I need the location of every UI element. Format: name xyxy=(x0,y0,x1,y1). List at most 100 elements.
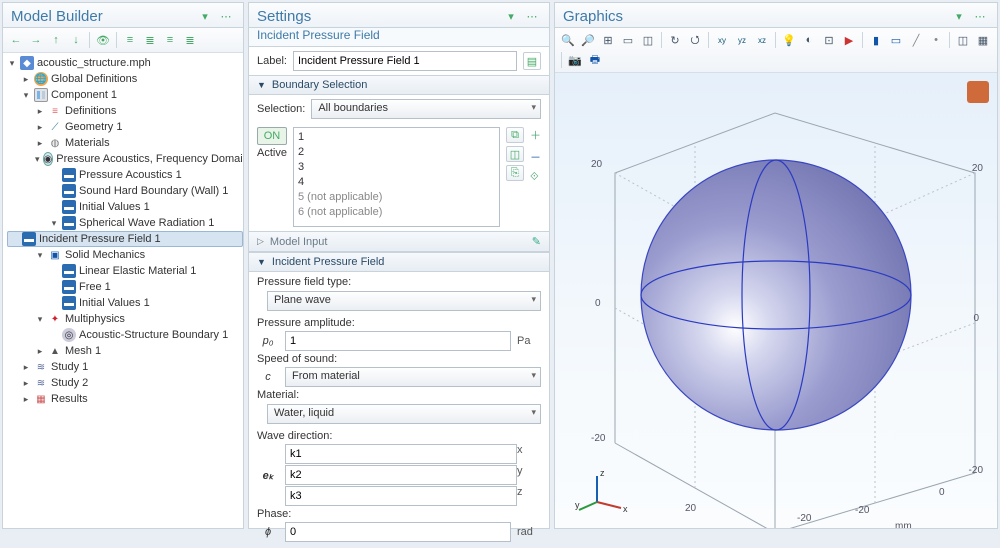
active-toggle[interactable]: ON xyxy=(257,127,287,145)
zoom-out-icon[interactable]: 🔎 xyxy=(579,31,597,49)
sel-edge-icon[interactable]: ╱ xyxy=(907,31,925,49)
svg-text:x: x xyxy=(623,504,628,514)
tree-phys-b1[interactable]: ▬Linear Elastic Material 1 xyxy=(7,263,243,279)
edit-icon: ✎ xyxy=(532,235,541,248)
tree-multiphysics[interactable]: ▾✦Multiphysics xyxy=(7,311,243,327)
section-incident-pressure-field[interactable]: ▼Incident Pressure Field xyxy=(249,252,549,272)
tree-definitions[interactable]: ▸≡Definitions xyxy=(7,103,243,119)
add-to-selection-icon[interactable]: ＋ xyxy=(530,127,541,143)
pressure-field-type-select[interactable]: Plane wave xyxy=(267,291,541,311)
pressure-amplitude-input[interactable] xyxy=(285,331,511,351)
graphics-opts-icon[interactable]: ⋯ xyxy=(971,7,989,25)
wireframe-icon[interactable]: ⊡ xyxy=(820,31,838,49)
play-icon[interactable]: ▶ xyxy=(840,31,858,49)
boundary-item-na: 5 (not applicable) xyxy=(298,190,495,205)
list-btn-c-icon[interactable]: ⎘ xyxy=(506,165,524,181)
nav-back-icon[interactable]: ← xyxy=(7,31,25,49)
view-yz-icon[interactable]: yz xyxy=(733,31,751,49)
show-icon[interactable]: 👁 xyxy=(94,31,112,49)
tree-btn-c-icon[interactable]: ≡ xyxy=(161,31,179,49)
model-toolbar: ← → ↑ ↓ 👁 ≡ ≣ ≡ ≣ xyxy=(3,28,243,53)
list-btn-a-icon[interactable]: ⧉ xyxy=(506,127,524,143)
settings-minimize-icon[interactable]: ▾ xyxy=(502,7,520,25)
boundary-item: 3 xyxy=(298,160,495,175)
view-xy-icon[interactable]: xy xyxy=(713,31,731,49)
list-btn-b-icon[interactable]: ◫ xyxy=(506,146,524,162)
k3-input[interactable] xyxy=(285,486,517,506)
tree-phys-a4[interactable]: ▾▬Spherical Wave Radiation 1 xyxy=(7,215,243,231)
tree-multi-1[interactable]: ◎Acoustic-Structure Boundary 1 xyxy=(7,327,243,343)
view-xz-icon[interactable]: xz xyxy=(753,31,771,49)
nav-fwd-icon[interactable]: → xyxy=(27,31,45,49)
zoom-in-icon[interactable]: 🔍 xyxy=(559,31,577,49)
nav-down-icon[interactable]: ↓ xyxy=(67,31,85,49)
remove-from-selection-icon[interactable]: － xyxy=(530,149,541,165)
tick-z2: 20 xyxy=(972,163,983,174)
zoom-sel-icon[interactable]: ◫ xyxy=(639,31,657,49)
tree-phys-a3[interactable]: ▬Initial Values 1 xyxy=(7,199,243,215)
wave-direction-label: Wave direction: xyxy=(257,430,541,442)
boundary-item: 1 xyxy=(298,130,495,145)
speed-of-sound-select[interactable]: From material xyxy=(285,367,541,387)
tree-study1[interactable]: ▸≋Study 1 xyxy=(7,359,243,375)
tree-btn-a-icon[interactable]: ≡ xyxy=(121,31,139,49)
nav-up-icon[interactable]: ↑ xyxy=(47,31,65,49)
tree-btn-b-icon[interactable]: ≣ xyxy=(141,31,159,49)
tree-phys-a[interactable]: ▾◉Pressure Acoustics, Frequency Domain xyxy=(7,151,243,167)
camera-icon[interactable]: 📷 xyxy=(566,51,584,69)
panel-minimize-icon[interactable]: ▾ xyxy=(196,7,214,25)
tick-z: 20 xyxy=(591,159,602,170)
tree-phys-b[interactable]: ▾▣Solid Mechanics xyxy=(7,247,243,263)
zoom-extents-icon[interactable]: ⊞ xyxy=(599,31,617,49)
rotate-icon[interactable]: ↻ xyxy=(666,31,684,49)
boundary-list[interactable]: 1 2 3 4 5 (not applicable) 6 (not applic… xyxy=(293,127,500,227)
graphics-minimize-icon[interactable]: ▾ xyxy=(950,7,968,25)
model-builder-panel: Model Builder ▾⋯ ← → ↑ ↓ 👁 ≡ ≣ ≡ ≣ ▾◆aco… xyxy=(2,2,244,529)
mesh-view-icon[interactable]: ▦ xyxy=(974,31,992,49)
tree-component[interactable]: ▾Component 1 xyxy=(7,87,243,103)
phase-input[interactable] xyxy=(285,522,511,542)
boundary-item-na: 6 (not applicable) xyxy=(298,205,495,220)
tree-phys-a2[interactable]: ▬Sound Hard Boundary (Wall) 1 xyxy=(7,183,243,199)
tree-study2[interactable]: ▸≋Study 2 xyxy=(7,375,243,391)
rename-node-icon[interactable]: ▤ xyxy=(523,52,541,70)
tick-z2: 0 xyxy=(973,313,979,324)
hide-icon[interactable]: ◫ xyxy=(954,31,972,49)
tree-phys-b2[interactable]: ▬Free 1 xyxy=(7,279,243,295)
boundary-item: 4 xyxy=(298,175,495,190)
print-icon[interactable]: 🖶 xyxy=(586,51,604,69)
speed-of-sound-label: Speed of sound: xyxy=(257,353,541,365)
svg-text:z: z xyxy=(600,468,605,478)
sel-dom-icon[interactable]: ▮ xyxy=(867,31,885,49)
model-tree[interactable]: ▾◆acoustic_structure.mph ▸🌐Global Defini… xyxy=(3,53,243,528)
zoom-box-icon[interactable]: ▭ xyxy=(619,31,637,49)
graphics-canvas[interactable]: 20 0 -20 20 0 -20 20 -20 -20 0 mm mm z x… xyxy=(555,73,997,528)
tree-phys-a4a-selected[interactable]: ▬Incident Pressure Field 1 xyxy=(7,231,243,247)
sel-pnt-icon[interactable]: • xyxy=(927,31,945,49)
label-input[interactable] xyxy=(293,51,517,71)
selection-opts-icon[interactable]: ⟐ xyxy=(530,171,541,184)
sel-bnd-icon[interactable]: ▭ xyxy=(887,31,905,49)
transparency-icon[interactable]: ◐ xyxy=(800,31,818,49)
default-view-icon[interactable]: ⭯ xyxy=(686,31,704,49)
k2-input[interactable] xyxy=(285,465,517,485)
label-label: Label: xyxy=(257,55,287,67)
section-boundary-selection[interactable]: ▼Boundary Selection xyxy=(249,75,549,95)
panel-opts-icon[interactable]: ⋯ xyxy=(217,7,235,25)
k1-input[interactable] xyxy=(285,444,517,464)
section-model-input[interactable]: ▷Model Input✎ xyxy=(249,231,549,252)
tree-mesh[interactable]: ▸▲Mesh 1 xyxy=(7,343,243,359)
tree-results[interactable]: ▸▦Results xyxy=(7,391,243,407)
tree-btn-d-icon[interactable]: ≣ xyxy=(181,31,199,49)
tree-root[interactable]: ▾◆acoustic_structure.mph xyxy=(7,55,243,71)
selection-dropdown[interactable]: All boundaries xyxy=(311,99,541,119)
material-select[interactable]: Water, liquid xyxy=(267,404,541,424)
light-icon[interactable]: 💡 xyxy=(780,31,798,49)
settings-opts-icon[interactable]: ⋯ xyxy=(523,7,541,25)
tree-phys-a1[interactable]: ▬Pressure Acoustics 1 xyxy=(7,167,243,183)
tree-geometry[interactable]: ▸⟋Geometry 1 xyxy=(7,119,243,135)
tree-phys-b3[interactable]: ▬Initial Values 1 xyxy=(7,295,243,311)
tree-materials[interactable]: ▸◍Materials xyxy=(7,135,243,151)
ek-symbol: eₖ xyxy=(257,469,279,482)
tree-global-defs[interactable]: ▸🌐Global Definitions xyxy=(7,71,243,87)
